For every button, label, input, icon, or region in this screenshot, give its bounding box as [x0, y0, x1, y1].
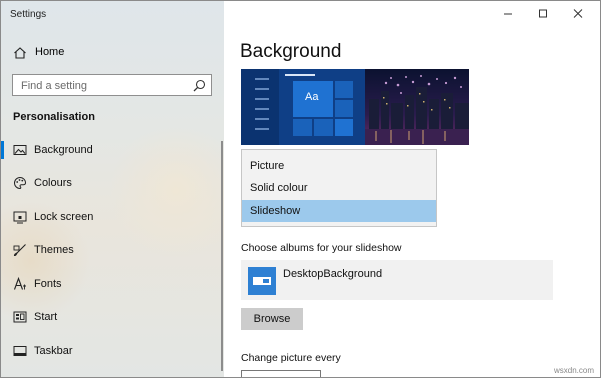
browse-button[interactable]: Browse — [241, 308, 303, 330]
sidebar-item-themes[interactable]: Themes — [1, 236, 224, 264]
sidebar-scrollbar[interactable] — [221, 141, 223, 371]
preview-tile-text: Aa — [305, 91, 319, 103]
preview-image — [241, 69, 469, 145]
search-input[interactable]: Find a setting — [12, 74, 212, 96]
change-picture-label: Change picture every — [241, 352, 341, 364]
dropdown-option-picture[interactable]: Picture — [242, 155, 436, 177]
sidebar-item-start[interactable]: Start — [1, 303, 224, 331]
dropdown-option-label: Picture — [250, 160, 285, 172]
folder-icon — [248, 267, 276, 295]
sidebar-item-taskbar[interactable]: Taskbar — [1, 337, 224, 365]
sidebar-item-label: Colours — [34, 177, 72, 189]
taskbar-icon — [13, 344, 27, 358]
search-placeholder: Find a setting — [21, 80, 88, 92]
section-title: Personalisation — [13, 111, 95, 123]
watermark: wsxdn.com — [553, 366, 594, 375]
album-item[interactable]: DesktopBackground — [241, 260, 553, 300]
background-type-dropdown[interactable]: Picture Solid colour Slideshow — [241, 149, 437, 227]
app-title: Settings — [10, 9, 47, 20]
minimize-icon[interactable] — [500, 7, 516, 21]
sidebar-item-label: Background — [34, 144, 93, 156]
lock-screen-icon — [13, 210, 27, 224]
font-icon — [13, 276, 27, 291]
maximize-icon[interactable] — [535, 7, 551, 21]
brush-icon — [13, 243, 27, 257]
search-icon[interactable] — [193, 79, 206, 92]
sidebar-item-label: Themes — [34, 244, 74, 256]
home-label: Home — [35, 46, 65, 58]
change-interval-select[interactable] — [241, 370, 321, 377]
start-icon — [13, 310, 27, 324]
dropdown-option-solid-colour[interactable]: Solid colour — [242, 177, 436, 199]
window-controls — [480, 1, 600, 27]
sidebar-item-background[interactable]: Background — [1, 136, 224, 164]
close-icon[interactable] — [570, 7, 586, 21]
sidebar-item-fonts[interactable]: Fonts — [1, 270, 224, 298]
browse-label: Browse — [253, 313, 291, 325]
picture-icon — [13, 143, 27, 157]
main-panel: Background Aa Picture Solid colour Slide… — [224, 1, 600, 377]
dropdown-option-label: Solid colour — [250, 182, 308, 194]
sidebar-item-label: Lock screen — [34, 211, 94, 223]
dropdown-option-label: Slideshow — [250, 205, 301, 217]
sidebar-item-label: Taskbar — [34, 345, 73, 357]
sidebar-item-lock-screen[interactable]: Lock screen — [1, 203, 224, 231]
home-icon — [13, 46, 27, 60]
selection-indicator — [1, 141, 4, 159]
albums-label: Choose albums for your slideshow — [241, 242, 402, 254]
sidebar: Settings Home Find a setting Personalisa… — [1, 1, 241, 377]
dropdown-option-slideshow[interactable]: Slideshow — [242, 200, 436, 222]
home-nav-item[interactable]: Home — [1, 39, 224, 67]
settings-window: Settings Home Find a setting Personalisa… — [0, 0, 601, 378]
page-title: Background — [240, 41, 342, 62]
sidebar-item-label: Start — [34, 311, 58, 323]
sidebar-item-label: Fonts — [34, 278, 62, 290]
album-name: DesktopBackground — [283, 268, 383, 280]
background-preview: Aa — [241, 69, 469, 145]
sidebar-item-colours[interactable]: Colours — [1, 169, 224, 197]
palette-icon — [13, 176, 27, 190]
